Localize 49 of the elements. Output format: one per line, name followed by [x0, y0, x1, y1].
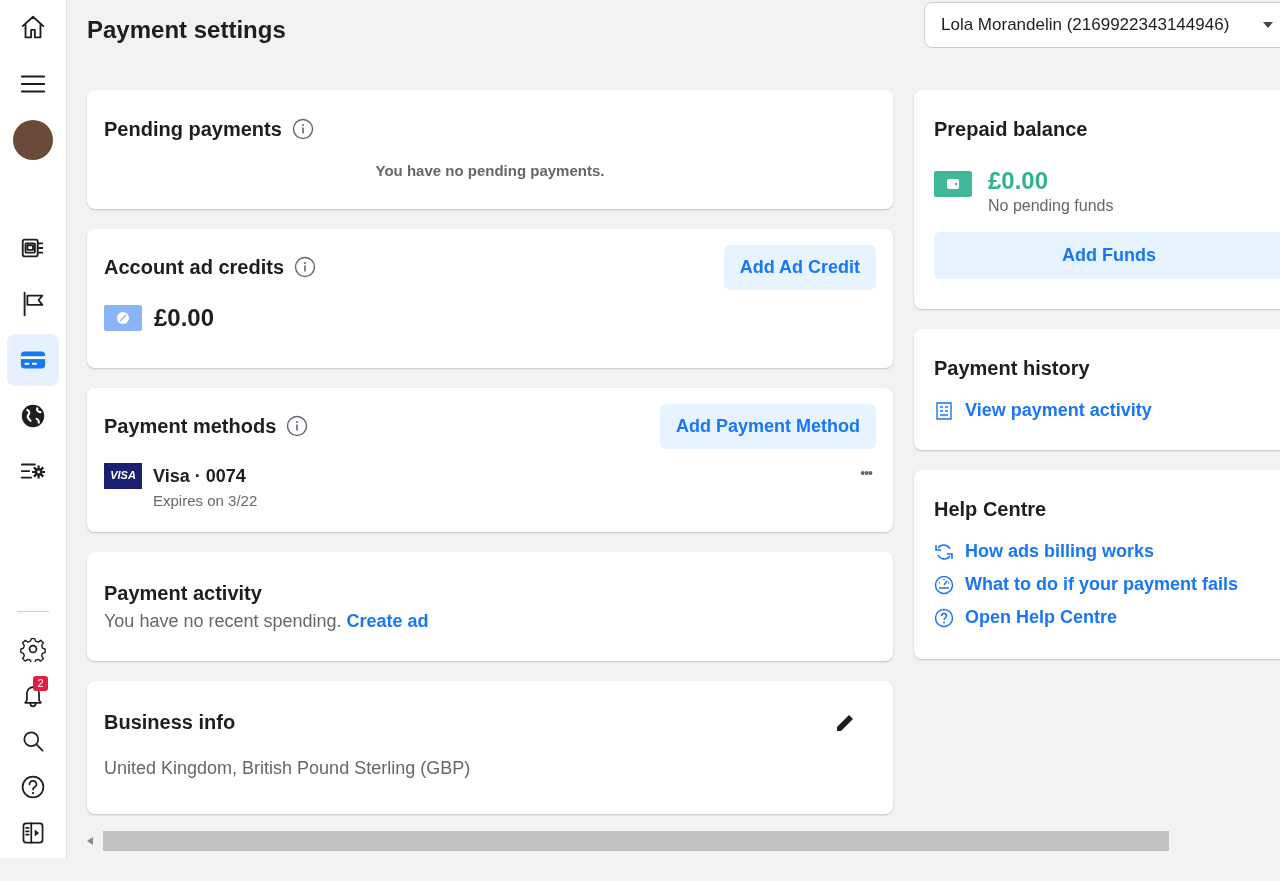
help-link[interactable]: Open Help Centre	[965, 604, 1118, 632]
info-icon	[286, 415, 309, 437]
add-button[interactable]: Add Payment Method	[660, 403, 876, 449]
empty-message: You have no pending payments.	[374, 161, 606, 181]
balance-amount: £0.00	[988, 168, 1050, 195]
page-title: Payment settings	[87, 15, 286, 45]
card-title: Pending payments	[104, 117, 282, 142]
business-details: United Kingdom, British Pound Sterling (GBP)	[104, 757, 472, 780]
sidebar-button[interactable]: 2	[10, 674, 56, 716]
more-button[interactable]: •••	[856, 462, 876, 484]
help-link[interactable]: View payment activity	[965, 397, 1152, 425]
info-icon	[291, 118, 314, 140]
card-title: Business info	[104, 710, 236, 735]
card-title: Prepaid balance	[934, 117, 1089, 142]
refresh-icon	[934, 541, 954, 562]
help-icon	[934, 607, 954, 628]
info-icon	[294, 256, 317, 278]
scroll-left-icon[interactable]	[87, 837, 93, 845]
caret-icon	[1263, 22, 1273, 28]
create-ad-link[interactable]: Create ad	[346, 611, 429, 631]
wallet-icon	[934, 171, 972, 197]
panel-toggle-icon	[20, 820, 46, 846]
help-link[interactable]: How ads billing works	[965, 538, 1155, 566]
scrollbar-thumb[interactable]	[103, 831, 1169, 851]
gauge-icon	[934, 574, 954, 595]
coupon-icon	[104, 304, 142, 331]
add-button[interactable]: Add Ad Credit	[723, 244, 876, 290]
settings-icon	[20, 636, 46, 662]
credit-amount: £0.00	[154, 302, 215, 333]
avatar	[13, 120, 53, 160]
help-link[interactable]: What to do if your payment fails	[965, 571, 1238, 599]
card-title: Help Centre	[934, 497, 1048, 523]
payment-method-name: Visa · 0074	[153, 464, 247, 488]
pending-funds-note: No pending funds	[988, 196, 1114, 217]
help-icon	[20, 774, 46, 800]
expiry-date: Expires on 3/22	[153, 490, 258, 511]
search-icon	[20, 728, 46, 754]
card-title: Payment history	[934, 356, 1091, 382]
account-dropdown[interactable]: Lola Morandelin (2169922343144946)	[924, 2, 1280, 48]
card-brand-logo: VISA	[104, 462, 142, 489]
empty-message: You have no recent spending. Create ad	[104, 610, 430, 633]
notification-badge: 2	[33, 676, 48, 691]
receipt-icon	[934, 400, 954, 421]
add-funds-button[interactable]: Add Funds	[934, 232, 1280, 280]
card-title: Payment methods	[104, 414, 277, 439]
card-title: Payment activity	[104, 581, 263, 606]
account-name: Lola Morandelin (2169922343144946)	[941, 14, 1230, 37]
card-title: Account ad credits	[104, 255, 285, 280]
globe-icon	[19, 402, 47, 430]
